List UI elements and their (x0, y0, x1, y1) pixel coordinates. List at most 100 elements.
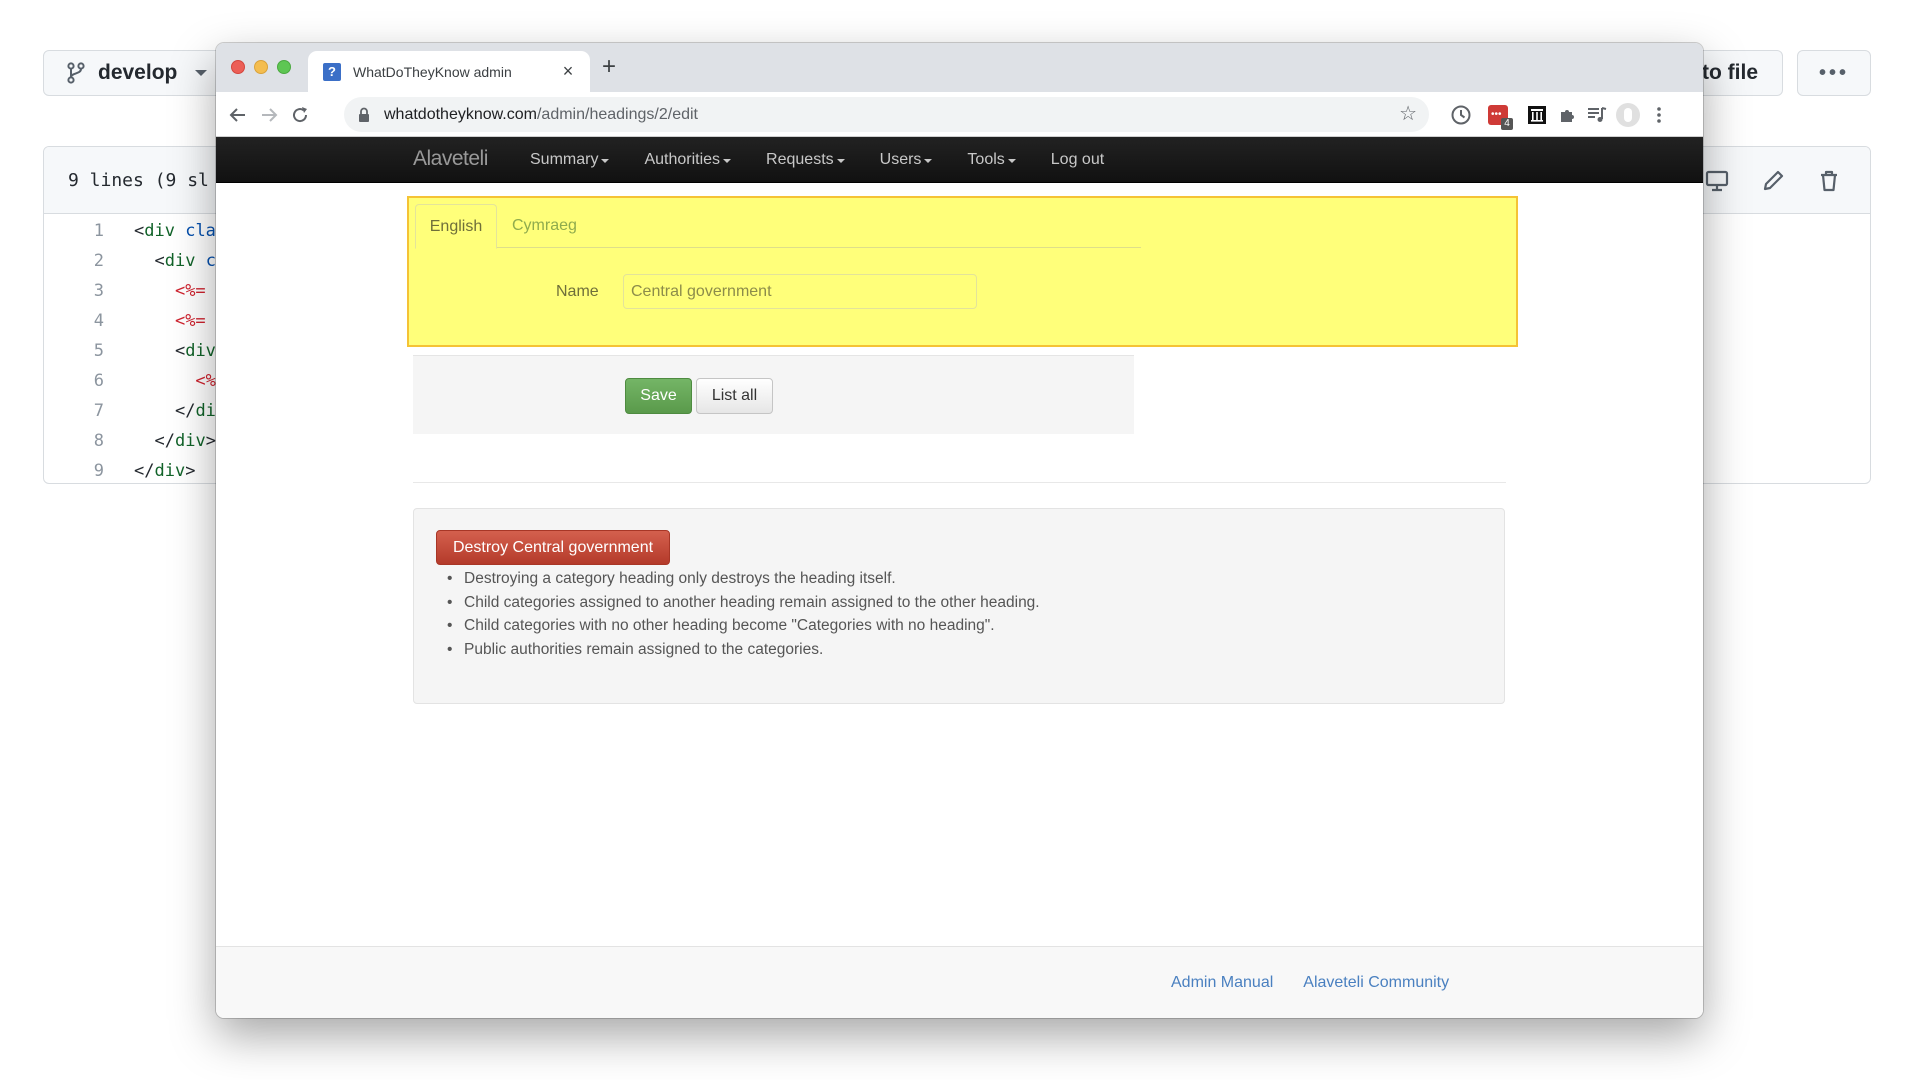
line-number[interactable]: 2 (44, 251, 104, 271)
divider (413, 482, 1506, 483)
nav-item-label: Requests (766, 151, 834, 168)
code-source: <div c (104, 251, 216, 271)
profile-avatar-icon[interactable] (1616, 103, 1640, 127)
trash-icon[interactable] (1816, 168, 1842, 194)
more-options-button[interactable]: ••• (1797, 50, 1871, 96)
code-source: <%= (104, 311, 206, 331)
lastpass-extension-icon[interactable]: ••• 4 (1486, 103, 1513, 130)
admin-manual-link[interactable]: Admin Manual (1171, 974, 1273, 992)
tab-cymraeg[interactable]: Cymraeg (499, 204, 590, 248)
nav-item-users[interactable]: Users (880, 151, 933, 169)
favicon-icon: ? (323, 62, 341, 81)
code-source: </div> (104, 461, 195, 481)
admin-footer: Admin Manual Alaveteli Community (216, 946, 1703, 1018)
branch-selector[interactable]: develop (43, 50, 243, 96)
lock-icon (358, 107, 370, 123)
line-number[interactable]: 1 (44, 221, 104, 241)
code-token: c (195, 251, 216, 271)
forward-arrow-icon[interactable] (257, 103, 281, 127)
browser-tab[interactable]: ? WhatDoTheyKnow admin × (308, 51, 590, 92)
code-token: <% (195, 371, 216, 391)
code-token: div (185, 341, 216, 361)
code-token: > (185, 461, 196, 481)
browser-window: ? WhatDoTheyKnow admin × + whatdotheykno… (216, 43, 1703, 1018)
maximize-window-button[interactable] (277, 60, 291, 74)
code-source: <%= (104, 281, 206, 301)
code-source: <div cla (104, 221, 216, 241)
code-token: div (144, 221, 175, 241)
nav-item-label: Log out (1050, 151, 1105, 168)
file-info: 9 lines (9 sl (68, 169, 209, 191)
code-token: div (174, 431, 206, 451)
list-item: Destroying a category heading only destr… (447, 567, 1040, 591)
code-source: </div> (104, 431, 216, 451)
nav-menu: Summary Authorities Requests Users Tools Log … (530, 137, 1139, 183)
line-number[interactable]: 5 (44, 341, 104, 361)
footer-links: Admin Manual Alaveteli Community (1171, 974, 1449, 992)
code-token: </ (154, 431, 175, 451)
alaveteli-community-link[interactable]: Alaveteli Community (1303, 974, 1449, 992)
file-actions (1704, 147, 1870, 214)
back-arrow-icon[interactable] (226, 103, 250, 127)
media-queue-icon[interactable] (1585, 103, 1609, 127)
reload-icon[interactable] (288, 103, 312, 127)
line-number[interactable]: 6 (44, 371, 104, 391)
new-tab-button[interactable]: + (602, 55, 616, 79)
caret-down-icon (1007, 159, 1016, 163)
nav-item-tools[interactable]: Tools (967, 151, 1016, 169)
minimize-window-button[interactable] (254, 60, 268, 74)
nav-item-summary[interactable]: Summary (530, 151, 610, 169)
url-path: /admin/headings/2/edit (536, 105, 698, 123)
brand-logo[interactable]: Alaveteli (413, 147, 488, 171)
branch-name: develop (98, 61, 178, 84)
code-token: < (174, 341, 186, 361)
browser-menu-icon[interactable] (1647, 103, 1671, 127)
list-all-button[interactable]: List all (696, 378, 773, 414)
line-number[interactable]: 7 (44, 401, 104, 421)
admin-navbar: Alaveteli Summary Authorities Requests User… (216, 137, 1703, 183)
code-source: </di (104, 401, 216, 421)
code-token: div (154, 461, 186, 481)
destroy-panel: Destroy Central government Destroying a … (413, 508, 1505, 704)
close-window-button[interactable] (231, 60, 245, 74)
desktop-icon[interactable] (1704, 168, 1730, 194)
destroy-button[interactable]: Destroy Central government (436, 530, 670, 565)
url-host: whatdotheyknow.com (384, 105, 537, 123)
language-tabs: English Cymraeg (415, 204, 1141, 249)
save-button[interactable]: Save (625, 378, 692, 414)
form-actions: Save List all (413, 355, 1134, 434)
nav-item-label: Summary (530, 151, 599, 168)
tab-english[interactable]: English (415, 204, 497, 249)
archive-extension-icon[interactable] (1525, 103, 1549, 127)
history-clock-icon[interactable] (1449, 103, 1473, 127)
code-source: <div (104, 341, 216, 361)
line-number[interactable]: 4 (44, 311, 104, 331)
line-number[interactable]: 3 (44, 281, 104, 301)
nav-item-requests[interactable]: Requests (766, 151, 845, 169)
code-source: <% (104, 371, 216, 391)
caret-down-icon (601, 159, 610, 163)
code-token: </ (174, 401, 196, 421)
code-token: div (164, 251, 196, 271)
code-token: > (205, 431, 216, 451)
bookmark-star-icon[interactable]: ☆ (1399, 104, 1417, 124)
chevron-down-icon (195, 70, 208, 76)
extensions-puzzle-icon[interactable] (1555, 103, 1579, 127)
close-tab-icon[interactable]: × (558, 61, 578, 81)
line-number[interactable]: 9 (44, 461, 104, 481)
nav-item-authorities[interactable]: Authorities (644, 151, 732, 169)
name-input[interactable] (623, 274, 977, 309)
git-branch-icon (67, 62, 85, 84)
nav-item-label: Authorities (644, 151, 721, 168)
line-number[interactable]: 8 (44, 431, 104, 451)
nav-item-log-out[interactable]: Log out (1051, 151, 1104, 169)
pencil-icon[interactable] (1760, 168, 1786, 194)
code-token: <%= (174, 311, 206, 331)
destroy-notes: Destroying a category heading only destr… (447, 567, 1040, 661)
browser-toolbar: whatdotheyknow.com/admin/headings/2/edit… (216, 92, 1703, 137)
address-bar[interactable]: whatdotheyknow.com/admin/headings/2/edit… (344, 97, 1429, 132)
